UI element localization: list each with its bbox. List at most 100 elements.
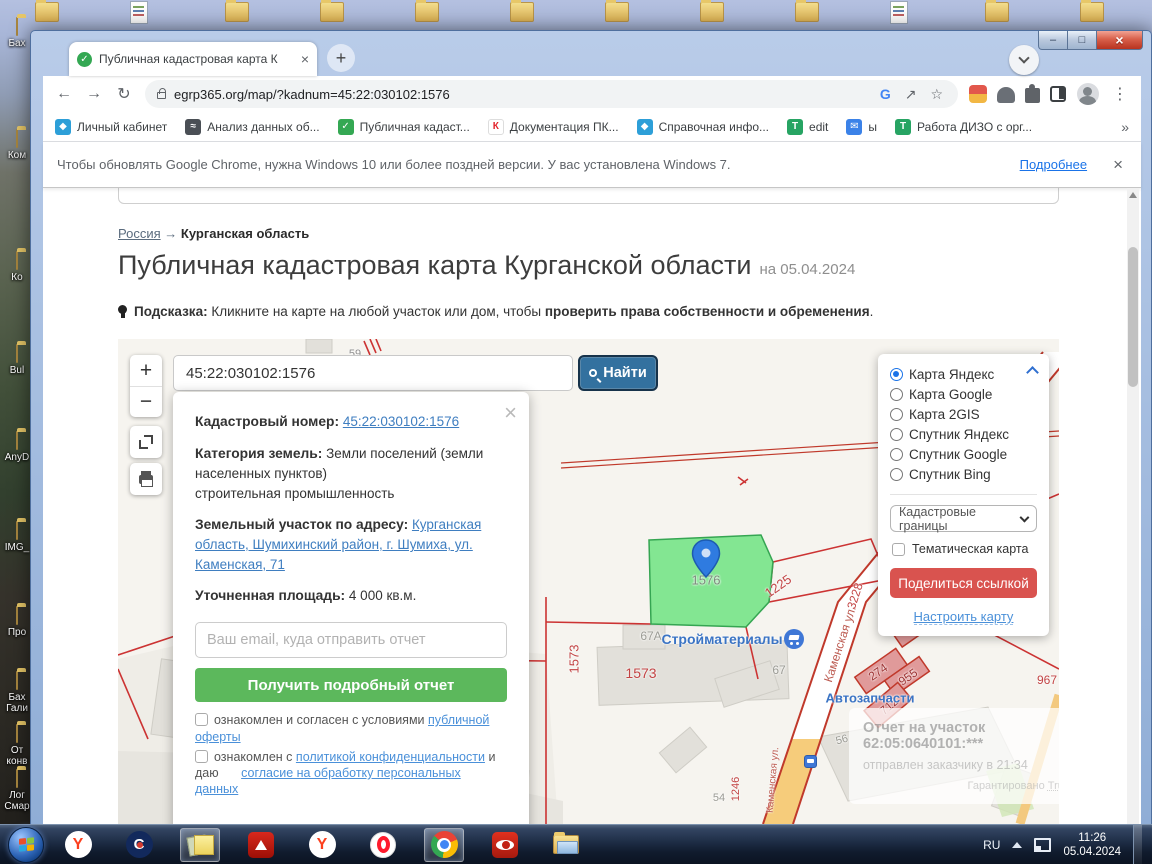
scroll-up-icon[interactable] (1129, 192, 1137, 198)
folder-icon[interactable] (1080, 2, 1104, 22)
radio-icon[interactable] (890, 368, 903, 381)
tab-close-icon[interactable]: × (301, 52, 309, 66)
consent-link[interactable]: согласие на обработку персональных данны… (195, 766, 461, 796)
transit-stop-icon[interactable] (804, 755, 817, 768)
zoom-out-button[interactable]: − (130, 386, 162, 417)
taskbar-abbyy-icon[interactable] (485, 828, 525, 862)
window-minimize-button[interactable]: – (1038, 31, 1068, 50)
taskbar-acrobat-icon[interactable] (241, 828, 281, 862)
share-icon[interactable]: ↗ (902, 86, 920, 103)
layer-option-5[interactable]: Спутник Google (890, 444, 1037, 464)
network-icon[interactable] (1034, 838, 1051, 852)
boundaries-select[interactable]: Кадастровые границы (890, 505, 1037, 532)
breadcrumb-russia-link[interactable]: Россия (118, 226, 161, 241)
window-close-button[interactable]: × (1097, 31, 1143, 50)
radio-icon[interactable] (890, 428, 903, 441)
taskbar-sticky-notes-icon[interactable] (180, 828, 220, 862)
bookmark-item[interactable]: ≈Анализ данных об... (185, 119, 319, 135)
card-close-icon[interactable]: × (504, 400, 517, 426)
desktop-icon[interactable]: AnyD (0, 432, 34, 463)
desktop-icon[interactable]: Бах Гали (0, 672, 34, 714)
reader-extension-icon[interactable] (1050, 86, 1066, 102)
taskbar-kontur-icon[interactable]: C (119, 828, 159, 862)
cadastral-map[interactable]: 591576122567АСтройматериалы1573157367Кам… (118, 339, 1059, 824)
taskbar-yandex-browser-icon[interactable]: Y (58, 828, 98, 862)
radio-icon[interactable] (890, 468, 903, 481)
forward-button[interactable]: → (81, 81, 107, 107)
url-text[interactable]: egrp365.org/map/?kadnum=45:22:030102:157… (174, 87, 869, 102)
google-icon[interactable]: G (877, 86, 894, 102)
folder-icon[interactable] (320, 2, 344, 22)
folder-icon[interactable] (985, 2, 1009, 22)
desktop-icon[interactable]: Про (0, 607, 34, 638)
folder-icon[interactable] (605, 2, 629, 22)
adblock-extension-icon[interactable] (997, 87, 1015, 103)
start-button[interactable] (8, 827, 44, 863)
address-bar[interactable]: egrp365.org/map/?kadnum=45:22:030102:157… (145, 80, 958, 108)
desktop-icon[interactable]: От конв (0, 725, 34, 767)
extensions-puzzle-icon[interactable] (1025, 88, 1040, 103)
folder-icon[interactable] (700, 2, 724, 22)
reload-button[interactable]: ↻ (111, 81, 137, 107)
thematic-checkbox[interactable] (892, 543, 905, 556)
clock[interactable]: 11:26 05.04.2024 (1063, 831, 1121, 859)
stamp-extension-icon[interactable] (969, 85, 987, 103)
layer-option-2[interactable]: Карта Google (890, 384, 1037, 404)
kadnum-link[interactable]: 45:22:030102:1576 (343, 414, 459, 429)
offer-checkbox[interactable] (195, 713, 208, 726)
file-icon[interactable] (130, 1, 148, 24)
desktop-icon[interactable]: Ко (0, 252, 34, 283)
print-button[interactable] (130, 463, 162, 495)
profile-avatar[interactable] (1077, 83, 1099, 105)
bookmark-item[interactable]: ◆Личный кабинет (55, 119, 167, 135)
bookmark-item[interactable]: Tedit (787, 119, 828, 135)
layer-option-4[interactable]: Спутник Яндекс (890, 424, 1037, 444)
bookmarks-overflow-icon[interactable]: » (1121, 119, 1129, 135)
language-indicator[interactable]: RU (983, 838, 1000, 852)
bookmark-item[interactable]: ◆Справочная инфо... (637, 119, 769, 135)
show-desktop-button[interactable] (1133, 825, 1142, 864)
tab-search-button[interactable] (1009, 45, 1039, 75)
desktop-icon[interactable]: Ком (0, 130, 34, 161)
new-tab-button[interactable]: + (327, 44, 355, 72)
radio-icon[interactable] (890, 408, 903, 421)
find-button[interactable]: Найти (578, 355, 658, 391)
desktop-icon[interactable]: Bul (0, 345, 34, 376)
tray-expand-icon[interactable] (1012, 842, 1022, 848)
page-scrollbar[interactable] (1127, 188, 1139, 824)
kadnum-search-input[interactable] (173, 355, 573, 391)
notification-more-link[interactable]: Подробнее (1020, 157, 1087, 172)
browser-tab[interactable]: ✓ Публичная кадастровая карта К × (69, 42, 317, 76)
configure-map-link[interactable]: Настроить карту (890, 609, 1037, 624)
share-link-button[interactable]: Поделиться ссылкой (890, 568, 1037, 598)
desktop-icon[interactable]: Бах (0, 18, 34, 49)
layer-option-3[interactable]: Карта 2GIS (890, 404, 1037, 424)
taskbar-opera-icon[interactable] (363, 828, 403, 862)
scrollbar-thumb[interactable] (1128, 247, 1138, 387)
folder-icon[interactable] (510, 2, 534, 22)
get-report-button[interactable]: Получить подробный отчет (195, 668, 507, 702)
map-pin-icon[interactable] (691, 539, 721, 584)
window-maximize-button[interactable]: □ (1068, 31, 1097, 50)
browser-menu-icon[interactable]: ⋮ (1107, 81, 1133, 107)
bookmark-item[interactable]: ✓Публичная кадаст... (338, 119, 470, 135)
bookmark-item[interactable]: ✉ы (846, 119, 877, 135)
taskbar-yandex-icon[interactable]: Y (302, 828, 342, 862)
fullscreen-button[interactable] (130, 426, 162, 458)
radio-icon[interactable] (890, 448, 903, 461)
bookmark-item[interactable]: TРабота ДИЗО с орг... (895, 119, 1032, 135)
privacy-link[interactable]: политикой конфиденциальности (296, 750, 485, 764)
store-marker-icon[interactable] (784, 629, 804, 649)
notification-close-icon[interactable]: × (1113, 155, 1123, 175)
toast-brand-link[interactable]: TrustAction (1048, 780, 1059, 792)
privacy-checkbox[interactable] (195, 750, 208, 763)
radio-icon[interactable] (890, 388, 903, 401)
desktop-icon[interactable]: IMG_ (0, 522, 34, 553)
bookmark-star-icon[interactable]: ☆ (927, 86, 946, 103)
zoom-in-button[interactable]: + (130, 355, 162, 386)
file-icon[interactable] (890, 1, 908, 24)
folder-icon[interactable] (415, 2, 439, 22)
folder-icon[interactable] (795, 2, 819, 22)
email-field[interactable] (195, 622, 507, 658)
layer-option-1[interactable]: Карта Яндекс (890, 364, 1037, 384)
